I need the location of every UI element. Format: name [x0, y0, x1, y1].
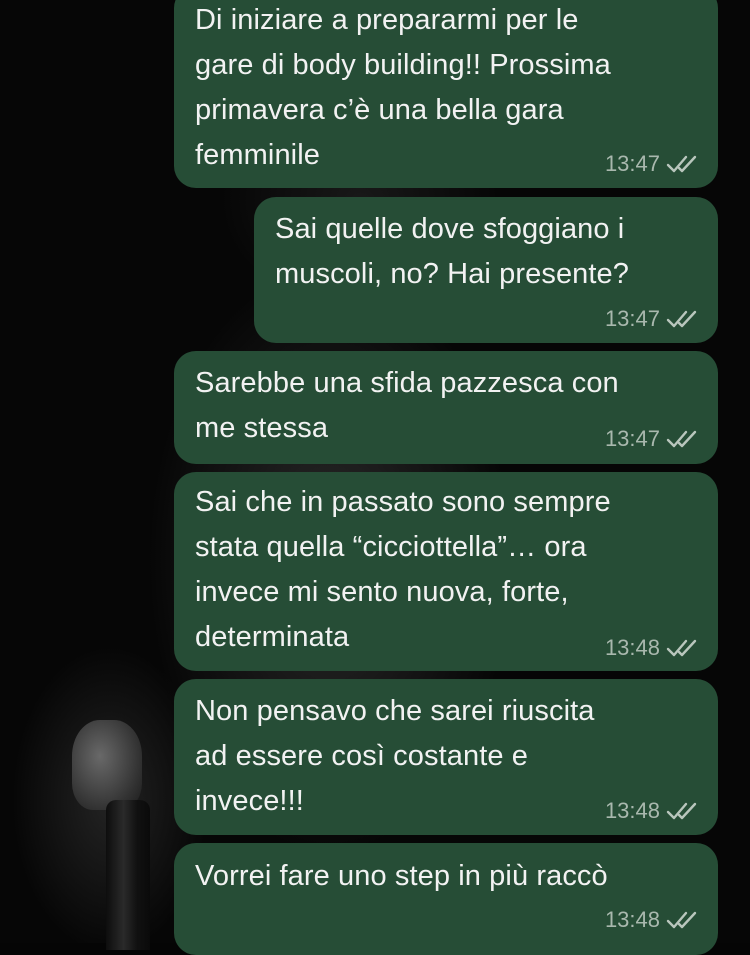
message-meta: 13:47 [604, 151, 698, 176]
double-check-icon [666, 430, 697, 448]
double-check-icon [666, 802, 697, 820]
message-bubble[interactable]: Non pensavo che sarei riuscita ad essere… [174, 679, 718, 835]
message-bubble[interactable]: Sai che in passato sono sempre stata que… [174, 472, 718, 671]
message-meta: 13:48 [604, 907, 698, 932]
message-text: Sarebbe una sfida pazzesca con me stessa [195, 367, 619, 444]
message-meta: 13:48 [604, 635, 698, 660]
message-meta: 13:47 [604, 306, 698, 331]
double-check-icon [666, 155, 697, 173]
message-bubble[interactable]: Vorrei fare uno step in più raccò 13:48 [174, 843, 718, 955]
message-bubble[interactable]: Sai quelle dove sfoggiano i muscoli, no?… [254, 197, 718, 343]
message-time: 13:47 [604, 151, 660, 176]
message-bubble[interactable]: Sarebbe una sfida pazzesca con me stessa… [174, 351, 718, 464]
message-meta: 13:47 [604, 426, 698, 451]
wallpaper-hand-shape [72, 720, 142, 810]
message-time: 13:48 [604, 907, 660, 932]
message-meta: 13:48 [604, 798, 698, 823]
message-time: 13:47 [604, 426, 660, 451]
message-time: 13:47 [604, 306, 660, 331]
wallpaper-bottle-shape [106, 800, 150, 950]
message-time: 13:48 [604, 635, 660, 660]
message-text: Non pensavo che sarei riuscita ad essere… [195, 695, 595, 817]
double-check-icon [666, 639, 697, 657]
double-check-icon [666, 310, 697, 328]
message-text: Sai quelle dove sfoggiano i muscoli, no?… [275, 213, 630, 290]
double-check-icon [666, 911, 697, 929]
message-text: Sai che in passato sono sempre stata que… [195, 486, 611, 653]
message-time: 13:48 [604, 798, 660, 823]
message-bubble[interactable]: Di iniziare a prepararmi per le gare di … [174, 0, 718, 188]
message-text: Di iniziare a prepararmi per le gare di … [195, 4, 611, 171]
message-text: Vorrei fare uno step in più raccò [195, 860, 608, 892]
